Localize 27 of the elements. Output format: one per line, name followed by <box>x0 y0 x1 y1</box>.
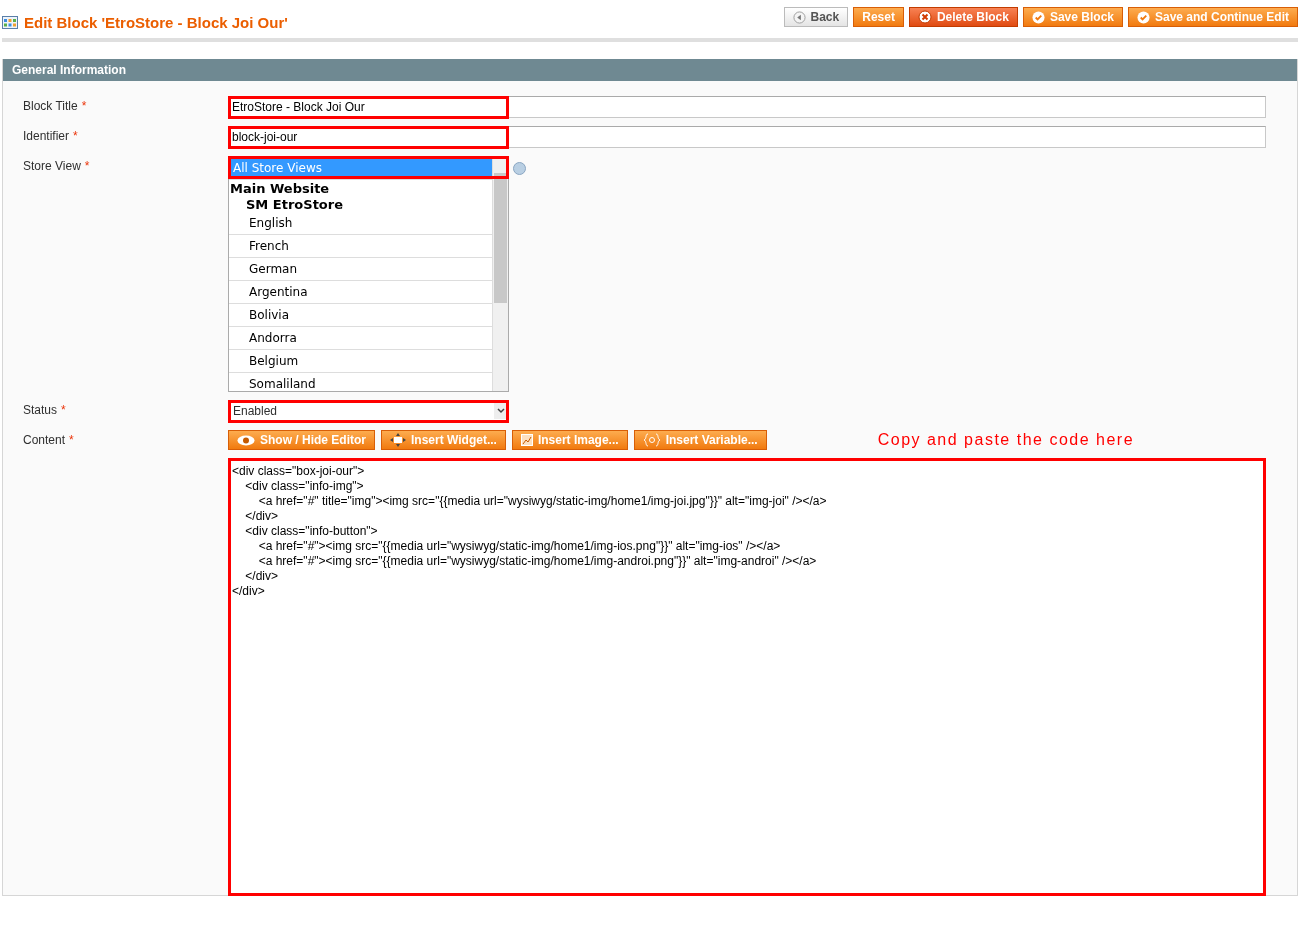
image-icon <box>520 434 533 446</box>
close-circle-icon <box>917 10 932 24</box>
scrollbar[interactable] <box>492 157 508 391</box>
text-field[interactable]: block-joi-our <box>228 126 1266 148</box>
field-label: Store View <box>23 159 81 173</box>
field-label: Status <box>23 403 58 417</box>
check-circle-icon <box>1031 10 1045 24</box>
back-button[interactable]: Back <box>783 7 849 27</box>
text-field[interactable]: EtroStore - Block Joi Our <box>228 96 1266 118</box>
field-label: Identifier <box>23 129 70 143</box>
required-asterisk: * <box>61 403 66 417</box>
section-header: General Information <box>3 59 1297 81</box>
grid-icon <box>2 15 18 29</box>
page-title: Edit Block 'EtroStore - Block Joi Our' <box>24 13 288 31</box>
code-textarea[interactable]: <div class="box-joi-our"> <div class="info-img"> <a href="#" title="img"><img src="{{media url="wysiwyg/static-img/home1/img-joi.jpg"}}" alt="img-joi" /></a> </div> <div class="info-button"> <a href="#"><img src="{{media url="wysiwyg/static-img/home1/img-ios.png"}}" alt="img-ios" /></a> <a href="#"><img src="{{media url="wysiwyg/static-img/home1/img-androi.png"}}" alt="img-androi" /></a> </div> </div> <box>228 458 1266 896</box>
help-icon[interactable] <box>513 162 526 175</box>
variable-braces-icon <box>642 433 661 447</box>
required-asterisk: * <box>73 129 78 143</box>
required-asterisk: * <box>81 99 87 113</box>
check-circle-icon <box>1137 10 1150 24</box>
instruction-note: Copy and paste the code here <box>877 431 1135 449</box>
move-arrows-icon <box>390 433 406 447</box>
field-label: Content <box>23 433 66 447</box>
eye-icon <box>237 434 255 446</box>
required-asterisk: * <box>69 433 74 447</box>
required-asterisk: * <box>84 159 90 173</box>
field-label: Block Title <box>23 99 78 113</box>
